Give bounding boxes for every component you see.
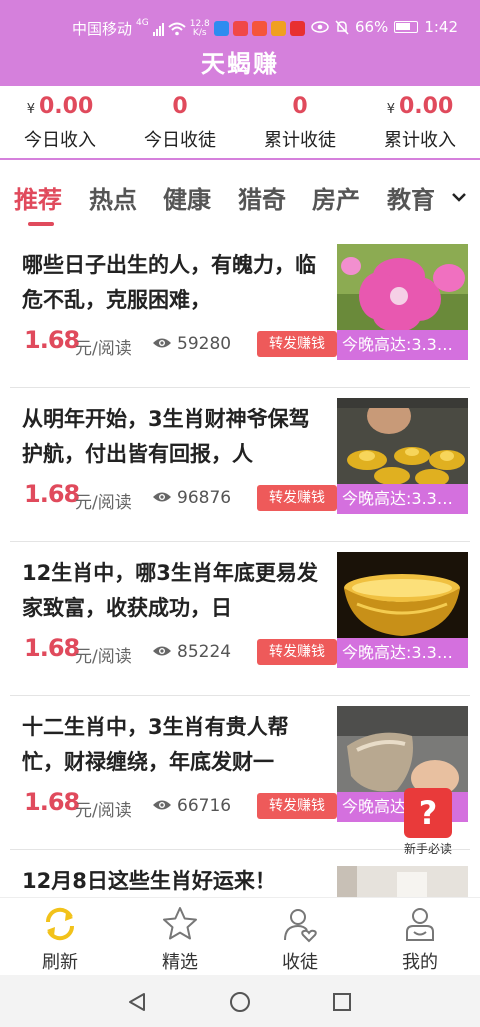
back-icon[interactable] (126, 991, 148, 1013)
wifi-icon (168, 22, 186, 35)
share-earn-button[interactable]: 转发赚钱 (257, 639, 337, 665)
refresh-icon (45, 907, 75, 941)
tab-education[interactable]: 教育 (387, 180, 435, 215)
star-icon (163, 907, 197, 940)
battery-percent: 66% (354, 18, 389, 36)
article-price: 1.68 (24, 326, 80, 354)
views-eye-icon (153, 800, 171, 810)
profile-icon (406, 908, 434, 941)
stat-label: 累计收徒 (264, 130, 336, 151)
stat-total-disciples[interactable]: 0 累计收徒 (240, 86, 360, 158)
tab-hot[interactable]: 热点 (89, 180, 137, 215)
views-eye-icon (153, 338, 171, 348)
price-unit: 元/阅读 (75, 647, 132, 667)
recents-icon[interactable] (331, 991, 353, 1013)
notification-app-icon (251, 21, 267, 36)
nav-label: 我的 (402, 952, 438, 973)
share-earn-button[interactable]: 转发赚钱 (257, 793, 337, 819)
pink-flower-photo[interactable]: 今晚高达:3.3… (337, 244, 468, 360)
signal-icon (152, 22, 164, 36)
chevron-down-icon[interactable] (450, 188, 468, 206)
app-header: 中国移动 4G 12.8 K/s 66% 1:42 天蝎赚 (0, 0, 480, 86)
network-speed: 12.8 K/s (189, 18, 210, 38)
beginner-guide-button[interactable]: ? 新手必读 (399, 788, 457, 862)
article-title[interactable]: 从明年开始，3生肖财神爷保驾护航，付出皆有回报，人 (22, 402, 322, 472)
battery-icon (394, 21, 419, 33)
nav-disciples[interactable]: 收徒 (240, 898, 360, 975)
room-photo[interactable] (337, 866, 468, 897)
stat-label: 累计收入 (384, 130, 456, 151)
article-meta: 1.68 元/阅读 59280 转发赚钱 (22, 326, 337, 359)
stat-today-income[interactable]: ¥0.00 今日收入 (0, 86, 120, 158)
article-price: 1.68 (24, 480, 80, 508)
article-item[interactable]: 从明年开始，3生肖财神爷保驾护航，付出皆有回报，人 1.68 元/阅读 9687… (10, 388, 470, 542)
stat-today-disciples[interactable]: 0 今日收徒 (120, 86, 240, 158)
notification-app-icon (289, 21, 305, 36)
tab-curiosity[interactable]: 猎奇 (238, 180, 286, 215)
tab-recommended[interactable]: 推荐 (14, 180, 62, 215)
article-price: 1.68 (24, 634, 80, 662)
gold-ingots-photo[interactable]: 今晚高达:3.3… (337, 398, 468, 514)
view-count: 85224 (177, 642, 232, 662)
category-tabs: 推荐 热点 健康 猎奇 房产 教育 (0, 172, 480, 232)
notification-app-icon (213, 21, 229, 36)
nav-refresh[interactable]: 刷新 (0, 898, 120, 975)
help-label: 新手必读 (403, 842, 452, 856)
nav-label: 刷新 (42, 952, 78, 973)
gold-bowl-photo[interactable]: 今晚高达:3.3… (337, 552, 468, 668)
question-icon: ? (404, 788, 452, 838)
network-type: 4G (136, 18, 149, 28)
article-meta: 1.68 元/阅读 96876 转发赚钱 (22, 480, 337, 513)
article-item[interactable]: 哪些日子出生的人，有魄力，临危不乱，克服困难， 1.68 元/阅读 59280 … (10, 234, 470, 388)
stat-value: 0 (172, 94, 188, 119)
stat-label: 今日收徒 (144, 130, 216, 151)
active-tab-indicator (28, 222, 54, 226)
article-meta: 1.68 元/阅读 85224 转发赚钱 (22, 634, 337, 667)
nav-label: 收徒 (282, 952, 318, 973)
nav-label: 精选 (162, 952, 198, 973)
price-unit: 元/阅读 (75, 493, 132, 513)
bottom-nav: 刷新 精选 收徒 我的 (0, 897, 480, 975)
price-unit: 元/阅读 (75, 801, 132, 821)
app-title: 天蝎赚 (201, 50, 279, 78)
carrier-label: 中国移动 (72, 20, 133, 38)
view-count: 59280 (177, 334, 232, 354)
tab-real-estate[interactable]: 房产 (312, 180, 360, 215)
notification-app-icon (270, 21, 286, 36)
stat-value: 0 (292, 94, 308, 119)
stat-total-income[interactable]: ¥0.00 累计收入 (360, 86, 480, 158)
earnings-stats: ¥0.00 今日收入 0 今日收徒 0 累计收徒 ¥0.00 累计收入 (0, 86, 480, 160)
view-count: 66716 (177, 796, 232, 816)
thumb-caption: 今晚高达:3.3… (337, 330, 468, 360)
thumb-caption: 今晚高达:3.3… (337, 638, 468, 668)
thumb-caption: 今晚高达:3.3… (337, 484, 468, 514)
views-eye-icon (153, 492, 171, 502)
system-nav-bar (0, 975, 480, 1027)
nav-featured[interactable]: 精选 (120, 898, 240, 975)
price-unit: 元/阅读 (75, 339, 132, 359)
tab-health[interactable]: 健康 (163, 180, 211, 215)
stat-value: 0.00 (39, 94, 94, 119)
eye-comfort-icon (311, 21, 329, 33)
view-count: 96876 (177, 488, 232, 508)
article-meta: 1.68 元/阅读 66716 转发赚钱 (22, 788, 337, 821)
stat-label: 今日收入 (24, 130, 96, 151)
article-price: 1.68 (24, 788, 80, 816)
nav-mine[interactable]: 我的 (360, 898, 480, 975)
notification-app-icon (232, 21, 248, 36)
share-earn-button[interactable]: 转发赚钱 (257, 485, 337, 511)
article-title[interactable]: 十二生肖中，3生肖有贵人帮忙，财禄缠绕，年底发财一 (22, 710, 322, 780)
mute-bell-icon (335, 19, 349, 35)
article-title[interactable]: 哪些日子出生的人，有魄力，临危不乱，克服困难， (22, 248, 322, 318)
clock: 1:42 (424, 18, 458, 36)
stat-value: 0.00 (399, 94, 454, 119)
article-item[interactable]: 12生肖中，哪3生肖年底更易发家致富，收获成功，日 1.68 元/阅读 8522… (10, 542, 470, 696)
share-earn-button[interactable]: 转发赚钱 (257, 331, 337, 357)
home-icon[interactable] (229, 991, 251, 1013)
article-title[interactable]: 12生肖中，哪3生肖年底更易发家致富，收获成功，日 (22, 556, 322, 626)
status-bar: 中国移动 4G 12.8 K/s 66% 1:42 (0, 14, 480, 42)
views-eye-icon (153, 646, 171, 656)
user-heart-icon (284, 909, 317, 943)
